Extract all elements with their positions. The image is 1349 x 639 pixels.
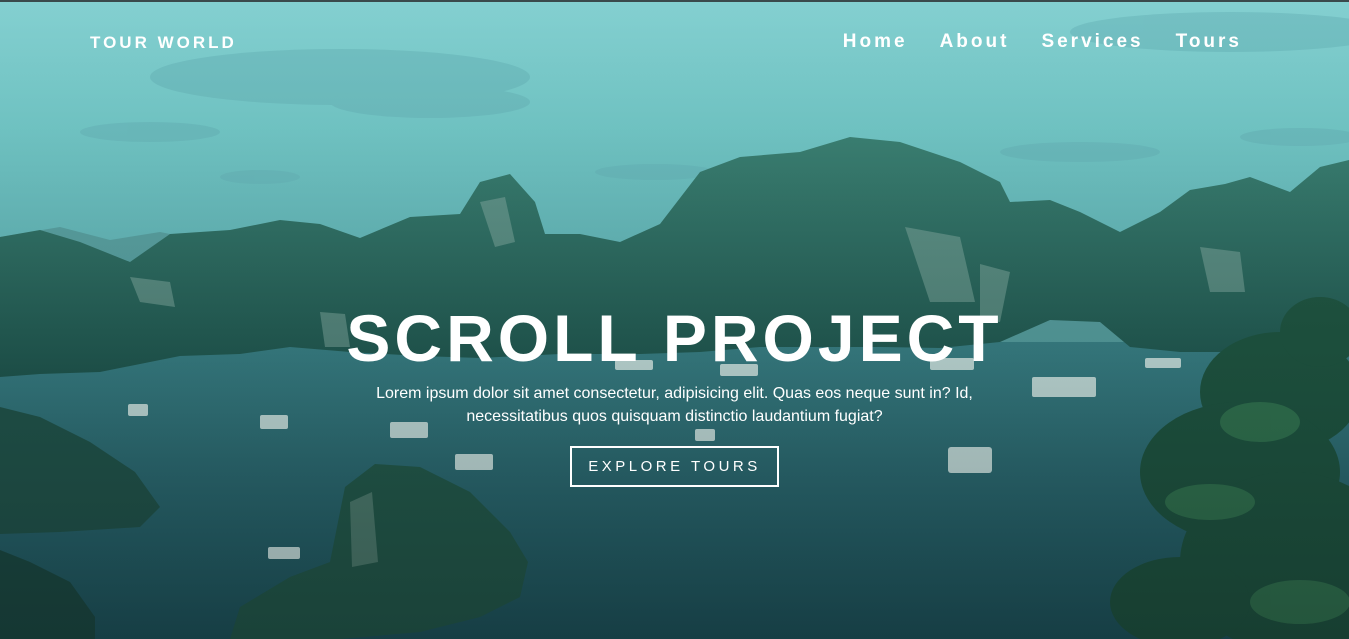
hero-title: SCROLL PROJECT: [346, 301, 1003, 375]
nav-link-services[interactable]: Services: [1041, 31, 1143, 53]
hero-section: TOUR WORLD Home About Services Tours SCR…: [0, 0, 1349, 639]
hero-banner: SCROLL PROJECT Lorem ipsum dolor sit ame…: [0, 298, 1349, 487]
nav-links: Home About Services Tours: [843, 31, 1242, 53]
brand-logo[interactable]: TOUR WORLD: [90, 33, 237, 53]
nav-link-tours[interactable]: Tours: [1176, 31, 1242, 53]
nav-link-about[interactable]: About: [940, 31, 1010, 53]
explore-tours-button[interactable]: EXPLORE TOURS: [570, 446, 779, 487]
hero-description: Lorem ipsum dolor sit amet consectetur, …: [376, 385, 973, 425]
navbar: TOUR WORLD Home About Services Tours: [0, 28, 1349, 58]
nav-link-home[interactable]: Home: [843, 31, 908, 53]
